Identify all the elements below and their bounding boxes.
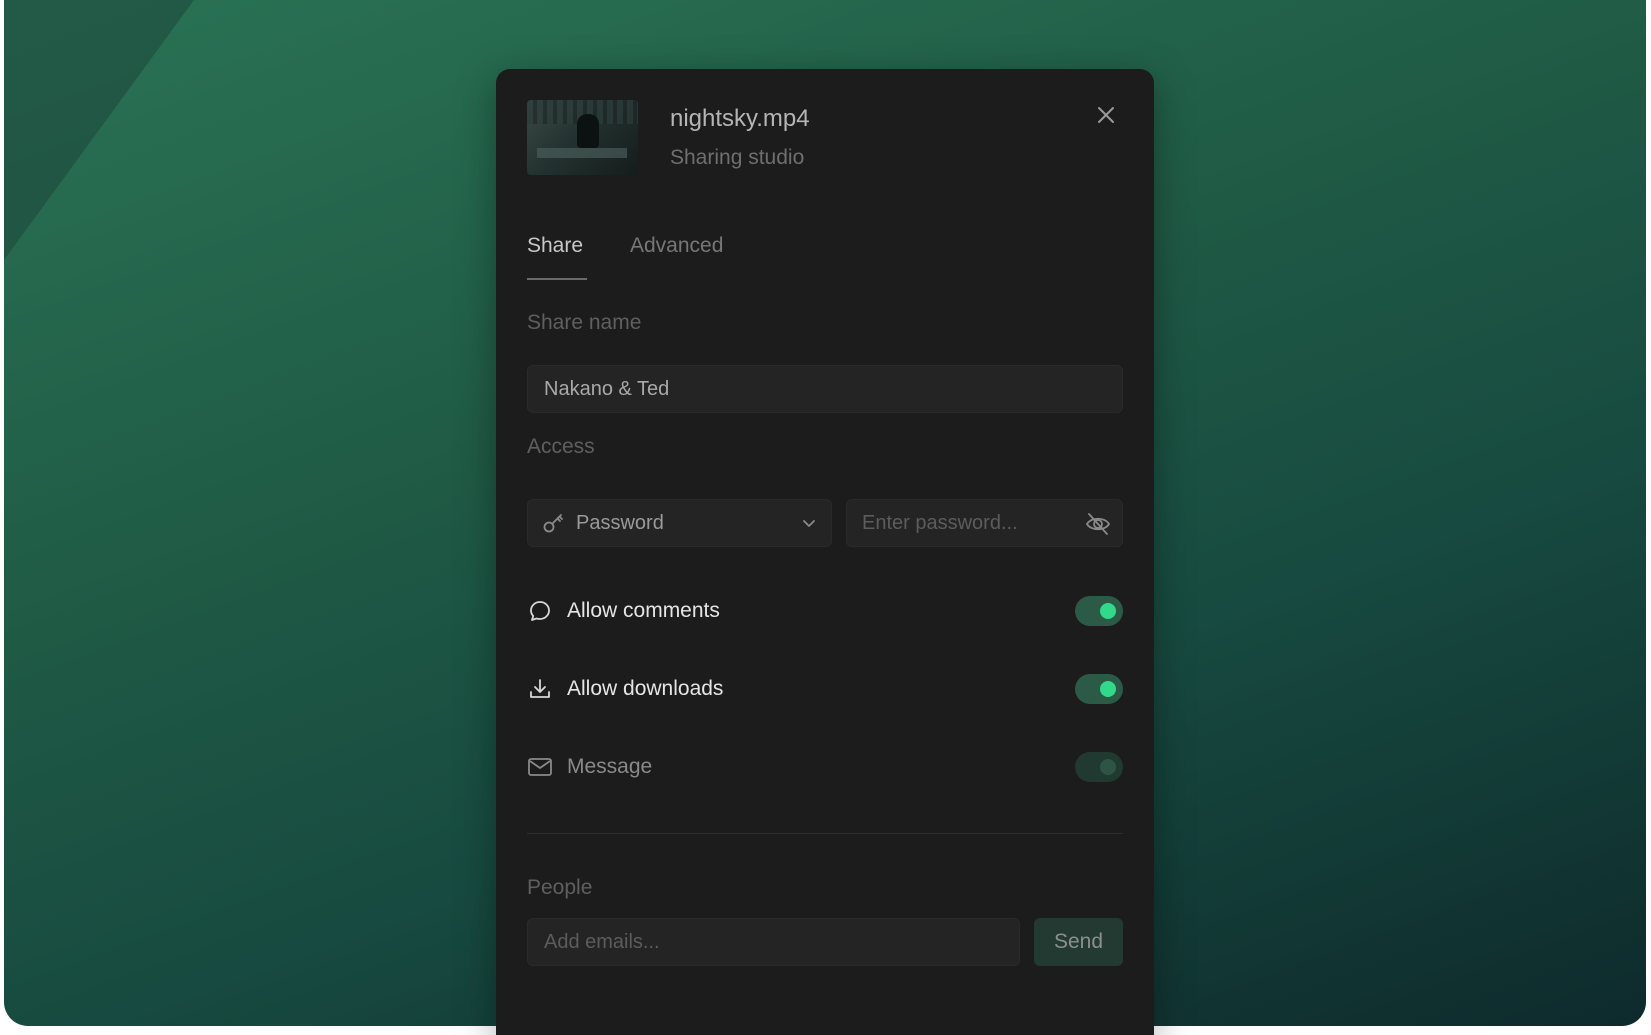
access-selected: Password: [576, 511, 664, 534]
mail-icon: [527, 754, 553, 780]
option-label: Message: [567, 755, 653, 778]
share-name-value: Nakano & Ted: [544, 377, 670, 400]
chevron-down-icon: [803, 520, 815, 527]
option-label: Allow downloads: [567, 677, 724, 700]
video-thumbnail: [527, 100, 638, 175]
toggle-knob: [1100, 759, 1116, 775]
tab-share[interactable]: Share: [527, 234, 583, 258]
password-placeholder: Enter password...: [862, 511, 1018, 534]
background-corner: [4, 0, 194, 260]
option-allow-comments: Allow comments: [527, 591, 1123, 631]
message-toggle[interactable]: [1075, 752, 1123, 782]
people-label: People: [527, 876, 593, 899]
option-label: Allow comments: [567, 599, 720, 622]
emails-input[interactable]: Add emails...: [527, 918, 1020, 966]
allow-comments-toggle[interactable]: [1075, 596, 1123, 626]
thumbnail-figure: [577, 114, 599, 148]
comment-icon: [527, 598, 553, 624]
access-label: Access: [527, 435, 595, 458]
share-dialog: nightsky.mp4 Sharing studio Share Advanc…: [496, 69, 1154, 1035]
emails-placeholder: Add emails...: [544, 930, 660, 953]
toggle-knob: [1100, 681, 1116, 697]
section-divider: [527, 833, 1123, 834]
send-button[interactable]: Send: [1034, 918, 1123, 966]
close-button[interactable]: [1092, 101, 1120, 129]
share-name-input[interactable]: Nakano & Ted: [527, 365, 1123, 413]
file-name: nightsky.mp4: [670, 105, 810, 132]
option-allow-downloads: Allow downloads: [527, 669, 1123, 709]
tab-advanced[interactable]: Advanced: [630, 234, 723, 258]
share-name-label: Share name: [527, 311, 642, 334]
access-select[interactable]: Password: [527, 499, 832, 547]
close-icon: [1098, 107, 1114, 123]
toggle-knob: [1100, 603, 1116, 619]
active-tab-indicator: [527, 278, 587, 280]
allow-downloads-toggle[interactable]: [1075, 674, 1123, 704]
key-icon: [543, 514, 563, 533]
download-icon: [527, 676, 553, 702]
dialog-subtitle: Sharing studio: [670, 146, 805, 169]
password-input[interactable]: Enter password...: [846, 499, 1123, 547]
thumbnail-desk: [537, 148, 627, 158]
option-message: Message: [527, 747, 1123, 787]
eye-off-icon[interactable]: [1084, 510, 1112, 538]
